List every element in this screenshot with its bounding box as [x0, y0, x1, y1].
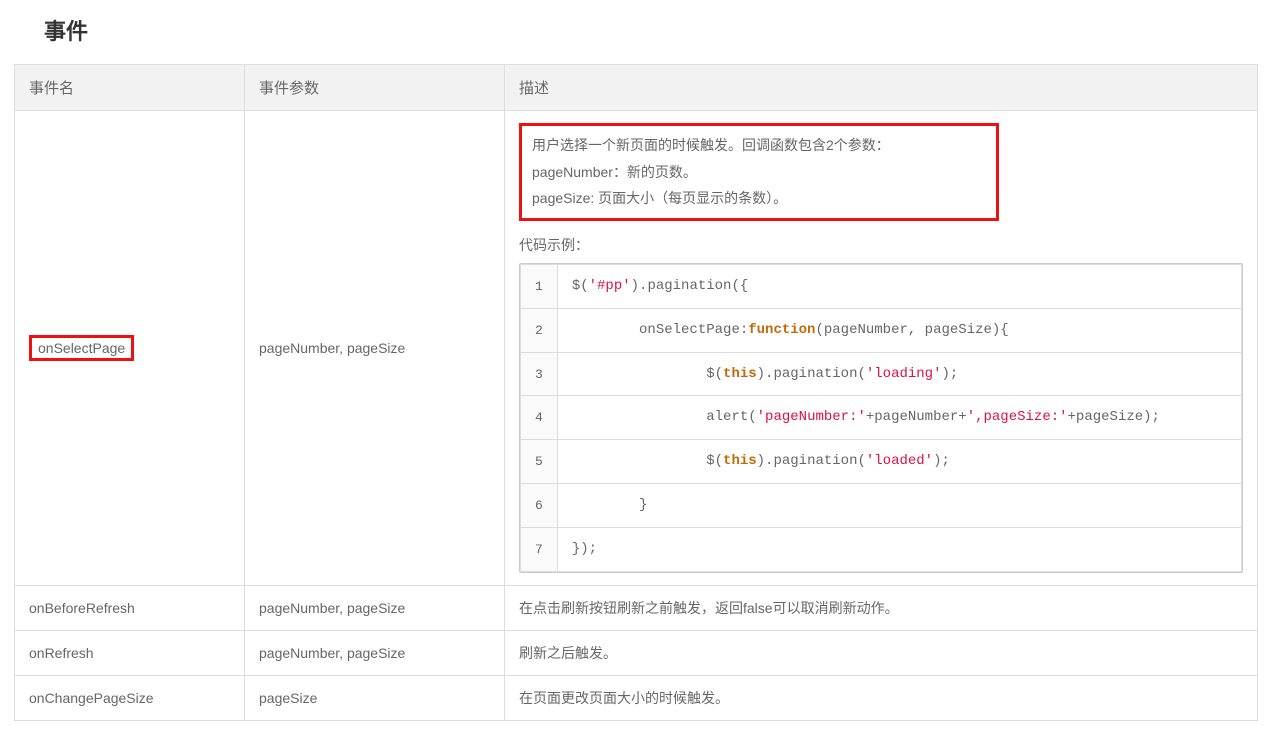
event-desc-cell: 用户选择一个新页面的时候触发。回调函数包含2个参数： pageNumber：新的页…: [505, 111, 1258, 586]
event-desc-line: 用户选择一个新页面的时候触发。回调函数包含2个参数：: [532, 137, 890, 153]
code-block: 1$('#pp').pagination({2 onSelectPage:fun…: [519, 263, 1243, 573]
table-row: onRefreshpageNumber, pageSize刷新之后触发。: [15, 631, 1258, 676]
code-lineno: 3: [521, 352, 558, 396]
event-desc-line: pageSize: 页面大小（每页显示的条数）。: [532, 190, 787, 206]
code-line: alert('pageNumber:'+pageNumber+',pageSiz…: [557, 396, 1241, 440]
code-lineno: 2: [521, 308, 558, 352]
header-event-name: 事件名: [15, 65, 245, 111]
header-event-desc: 描述: [505, 65, 1258, 111]
event-name-cell: onBeforeRefresh: [15, 586, 245, 631]
event-desc-cell: 刷新之后触发。: [505, 631, 1258, 676]
event-params-cell: pageNumber, pageSize: [245, 631, 505, 676]
code-lineno: 6: [521, 484, 558, 528]
table-header-row: 事件名 事件参数 描述: [15, 65, 1258, 111]
event-name-cell: onChangePageSize: [15, 676, 245, 721]
code-lineno: 7: [521, 528, 558, 572]
event-desc-line: pageNumber：新的页数。: [532, 164, 697, 180]
code-lineno: 4: [521, 396, 558, 440]
event-params-cell: pageNumber, pageSize: [245, 586, 505, 631]
code-lineno: 1: [521, 264, 558, 308]
code-line: }: [557, 484, 1241, 528]
code-line: onSelectPage:function(pageNumber, pageSi…: [557, 308, 1241, 352]
code-line: $(this).pagination('loaded');: [557, 440, 1241, 484]
table-row: onBeforeRefreshpageNumber, pageSize在点击刷新…: [15, 586, 1258, 631]
code-lineno: 5: [521, 440, 558, 484]
event-name-cell: onSelectPage: [15, 111, 245, 586]
code-example-label: 代码示例：: [519, 235, 1243, 255]
event-params-cell: pageNumber, pageSize: [245, 111, 505, 586]
events-table: 事件名 事件参数 描述 onSelectPage pageNumber, page…: [14, 64, 1258, 721]
event-name-highlight: onSelectPage: [29, 335, 134, 361]
event-name-cell: onRefresh: [15, 631, 245, 676]
code-line: });: [557, 528, 1241, 572]
code-line: $(this).pagination('loading');: [557, 352, 1241, 396]
header-event-params: 事件参数: [245, 65, 505, 111]
event-desc-cell: 在点击刷新按钮刷新之前触发，返回false可以取消刷新动作。: [505, 586, 1258, 631]
table-row: onChangePageSizepageSize在页面更改页面大小的时候触发。: [15, 676, 1258, 721]
event-params-cell: pageSize: [245, 676, 505, 721]
event-desc-cell: 在页面更改页面大小的时候触发。: [505, 676, 1258, 721]
event-desc-highlight: 用户选择一个新页面的时候触发。回调函数包含2个参数： pageNumber：新的页…: [519, 123, 999, 221]
table-row: onSelectPagepageNumber, pageSize用户选择一个新页…: [15, 111, 1258, 586]
section-title: 事件: [14, 10, 1258, 50]
code-line: $('#pp').pagination({: [557, 264, 1241, 308]
